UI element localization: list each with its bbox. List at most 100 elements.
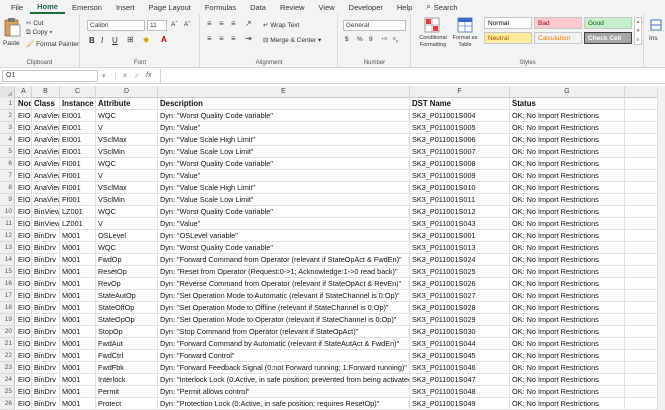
table-cell[interactable]: OK: No Import Restrictions bbox=[510, 350, 625, 362]
name-box-dropdown-icon[interactable]: ▾ bbox=[102, 72, 106, 80]
column-header-e[interactable]: E bbox=[158, 86, 410, 98]
row-number[interactable]: 23 bbox=[0, 362, 15, 374]
percent-button[interactable]: % bbox=[357, 36, 363, 43]
table-cell[interactable]: EIOC1 bbox=[16, 194, 32, 206]
table-cell[interactable]: SK3_P011001S045 bbox=[410, 350, 510, 362]
cell-style-check-cell[interactable]: Check Cell bbox=[584, 32, 632, 44]
table-cell[interactable]: Dyn: "Forward Command by Automatic (rele… bbox=[158, 338, 410, 350]
table-cell[interactable]: Dyn: "Set Operation Mode to Offline (rel… bbox=[158, 302, 410, 314]
table-cell[interactable]: Dyn: "Reverse Command from Operator (rel… bbox=[158, 278, 410, 290]
row-number[interactable]: 1 bbox=[0, 98, 15, 110]
table-cell[interactable]: EIOC1 bbox=[16, 230, 32, 242]
table-cell[interactable]: Dyn: "Value Scale Low Limit" bbox=[158, 146, 410, 158]
table-cell[interactable]: M001 bbox=[60, 302, 96, 314]
table-cell[interactable]: BinDrv bbox=[32, 398, 60, 410]
row-number[interactable]: 13 bbox=[0, 242, 15, 254]
align-right-icon[interactable]: ≡ bbox=[231, 34, 236, 43]
row-number[interactable]: 20 bbox=[0, 326, 15, 338]
table-cell[interactable]: OK: No Import Restrictions bbox=[510, 266, 625, 278]
table-cell[interactable]: Dyn: "Worst Quality Code variable" bbox=[158, 242, 410, 254]
table-cell[interactable]: OK: No Import Restrictions bbox=[510, 134, 625, 146]
table-cell[interactable]: EIOC1 bbox=[16, 182, 32, 194]
table-cell[interactable]: M001 bbox=[60, 278, 96, 290]
table-cell[interactable]: SK3_P011001S029 bbox=[410, 314, 510, 326]
table-cell[interactable]: OK: No Import Restrictions bbox=[510, 206, 625, 218]
table-cell[interactable]: M001 bbox=[60, 290, 96, 302]
row-number[interactable]: 10 bbox=[0, 206, 15, 218]
table-cell[interactable]: BinDrv bbox=[32, 302, 60, 314]
table-cell[interactable]: EIOC1 bbox=[16, 362, 32, 374]
table-cell[interactable]: SK3_P011001S009 bbox=[410, 170, 510, 182]
table-cell[interactable]: OK: No Import Restrictions bbox=[510, 242, 625, 254]
column-header-f[interactable]: F bbox=[410, 86, 510, 98]
table-cell[interactable]: EIOC1 bbox=[16, 158, 32, 170]
table-cell[interactable]: WQC bbox=[96, 110, 158, 122]
table-cell[interactable]: EIOC1 bbox=[16, 122, 32, 134]
select-all-button[interactable] bbox=[0, 86, 15, 98]
table-cell[interactable]: M001 bbox=[60, 350, 96, 362]
row-number[interactable]: 26 bbox=[0, 398, 15, 410]
table-cell[interactable]: OK: No Import Restrictions bbox=[510, 146, 625, 158]
table-cell[interactable]: EIOC1 bbox=[16, 110, 32, 122]
table-cell[interactable]: OK: No Import Restrictions bbox=[510, 182, 625, 194]
table-cell[interactable]: LZ001 bbox=[60, 206, 96, 218]
table-cell[interactable]: EIOC1 bbox=[16, 134, 32, 146]
table-cell[interactable]: OK: No Import Restrictions bbox=[510, 230, 625, 242]
table-cell[interactable]: EIOC1 bbox=[16, 146, 32, 158]
table-cell[interactable]: OK: No Import Restrictions bbox=[510, 326, 625, 338]
row-number[interactable]: 15 bbox=[0, 266, 15, 278]
row-number[interactable]: 5 bbox=[0, 146, 15, 158]
row-number[interactable]: 2 bbox=[0, 110, 15, 122]
table-cell[interactable]: AnaView bbox=[32, 122, 60, 134]
row-number[interactable]: 3 bbox=[0, 122, 15, 134]
table-cell[interactable]: SK3_P011001S005 bbox=[410, 122, 510, 134]
table-cell[interactable]: Dyn: "Value" bbox=[158, 122, 410, 134]
tab-emerson[interactable]: Emerson bbox=[65, 3, 109, 14]
conditional-formatting-button[interactable]: Conditional Formatting bbox=[416, 17, 448, 53]
table-cell[interactable]: OK: No Import Restrictions bbox=[510, 170, 625, 182]
table-cell[interactable]: OK: No Import Restrictions bbox=[510, 194, 625, 206]
table-cell[interactable]: SK3_P011001S026 bbox=[410, 278, 510, 290]
table-cell[interactable]: AnaView bbox=[32, 134, 60, 146]
table-cell[interactable]: SK3_P011001S010 bbox=[410, 182, 510, 194]
table-cell[interactable]: FwdCtrl bbox=[96, 350, 158, 362]
table-cell[interactable]: BinDrv bbox=[32, 350, 60, 362]
table-cell[interactable]: BinDrv bbox=[32, 278, 60, 290]
table-cell[interactable]: Dyn: "Stop Command from Operator (releva… bbox=[158, 326, 410, 338]
name-box[interactable]: O1 bbox=[2, 70, 98, 82]
table-cell[interactable]: Dyn: "Value" bbox=[158, 218, 410, 230]
table-cell[interactable]: EIOC1 bbox=[16, 326, 32, 338]
table-cell[interactable]: EIOC1 bbox=[16, 278, 32, 290]
row-number[interactable]: 24 bbox=[0, 374, 15, 386]
table-cell[interactable]: BinDrv bbox=[32, 254, 60, 266]
table-cell[interactable]: SK3_P011001S013 bbox=[410, 242, 510, 254]
underline-button[interactable]: U bbox=[112, 36, 118, 45]
font-color-icon[interactable]: A bbox=[161, 35, 167, 44]
table-cell[interactable]: EIOC1 bbox=[16, 206, 32, 218]
formula-input[interactable] bbox=[160, 69, 663, 83]
indent-icon[interactable]: ⇥ bbox=[245, 34, 252, 43]
table-cell[interactable]: OK: No Import Restrictions bbox=[510, 314, 625, 326]
bold-button[interactable]: B bbox=[89, 36, 95, 45]
table-cell[interactable]: Dyn: "Forward Command from Operator (rel… bbox=[158, 254, 410, 266]
table-cell[interactable]: WQC bbox=[96, 158, 158, 170]
table-cell[interactable]: EIOC1 bbox=[16, 386, 32, 398]
table-cell[interactable]: SK3_P011001S043 bbox=[410, 218, 510, 230]
table-cell[interactable]: BinDrv bbox=[32, 290, 60, 302]
cell-style-bad[interactable]: Bad bbox=[534, 17, 582, 29]
font-name-select[interactable]: Calibri bbox=[87, 20, 145, 31]
row-number[interactable]: 19 bbox=[0, 314, 15, 326]
table-cell[interactable]: FwdAut bbox=[96, 338, 158, 350]
table-cell[interactable]: Protect bbox=[96, 398, 158, 410]
table-cell[interactable]: FI001 bbox=[60, 170, 96, 182]
borders-icon[interactable]: ⊞ bbox=[127, 35, 134, 44]
merge-center-button[interactable]: ⊟ Merge & Center ▾ bbox=[263, 36, 321, 44]
table-cell[interactable]: LZ001 bbox=[60, 218, 96, 230]
spreadsheet-grid[interactable]: ABCDEFG 1NodeClassInstanceAttributeDescr… bbox=[0, 86, 665, 410]
table-cell[interactable]: OK: No Import Restrictions bbox=[510, 110, 625, 122]
grow-font-button[interactable]: Aˆ bbox=[171, 21, 178, 28]
table-cell[interactable]: Dyn: "Protection Lock (0:Active, in safe… bbox=[158, 398, 410, 410]
table-cell[interactable]: OSLevel bbox=[96, 230, 158, 242]
header-cell[interactable]: Attribute bbox=[96, 98, 158, 110]
tab-data[interactable]: Data bbox=[243, 3, 273, 14]
